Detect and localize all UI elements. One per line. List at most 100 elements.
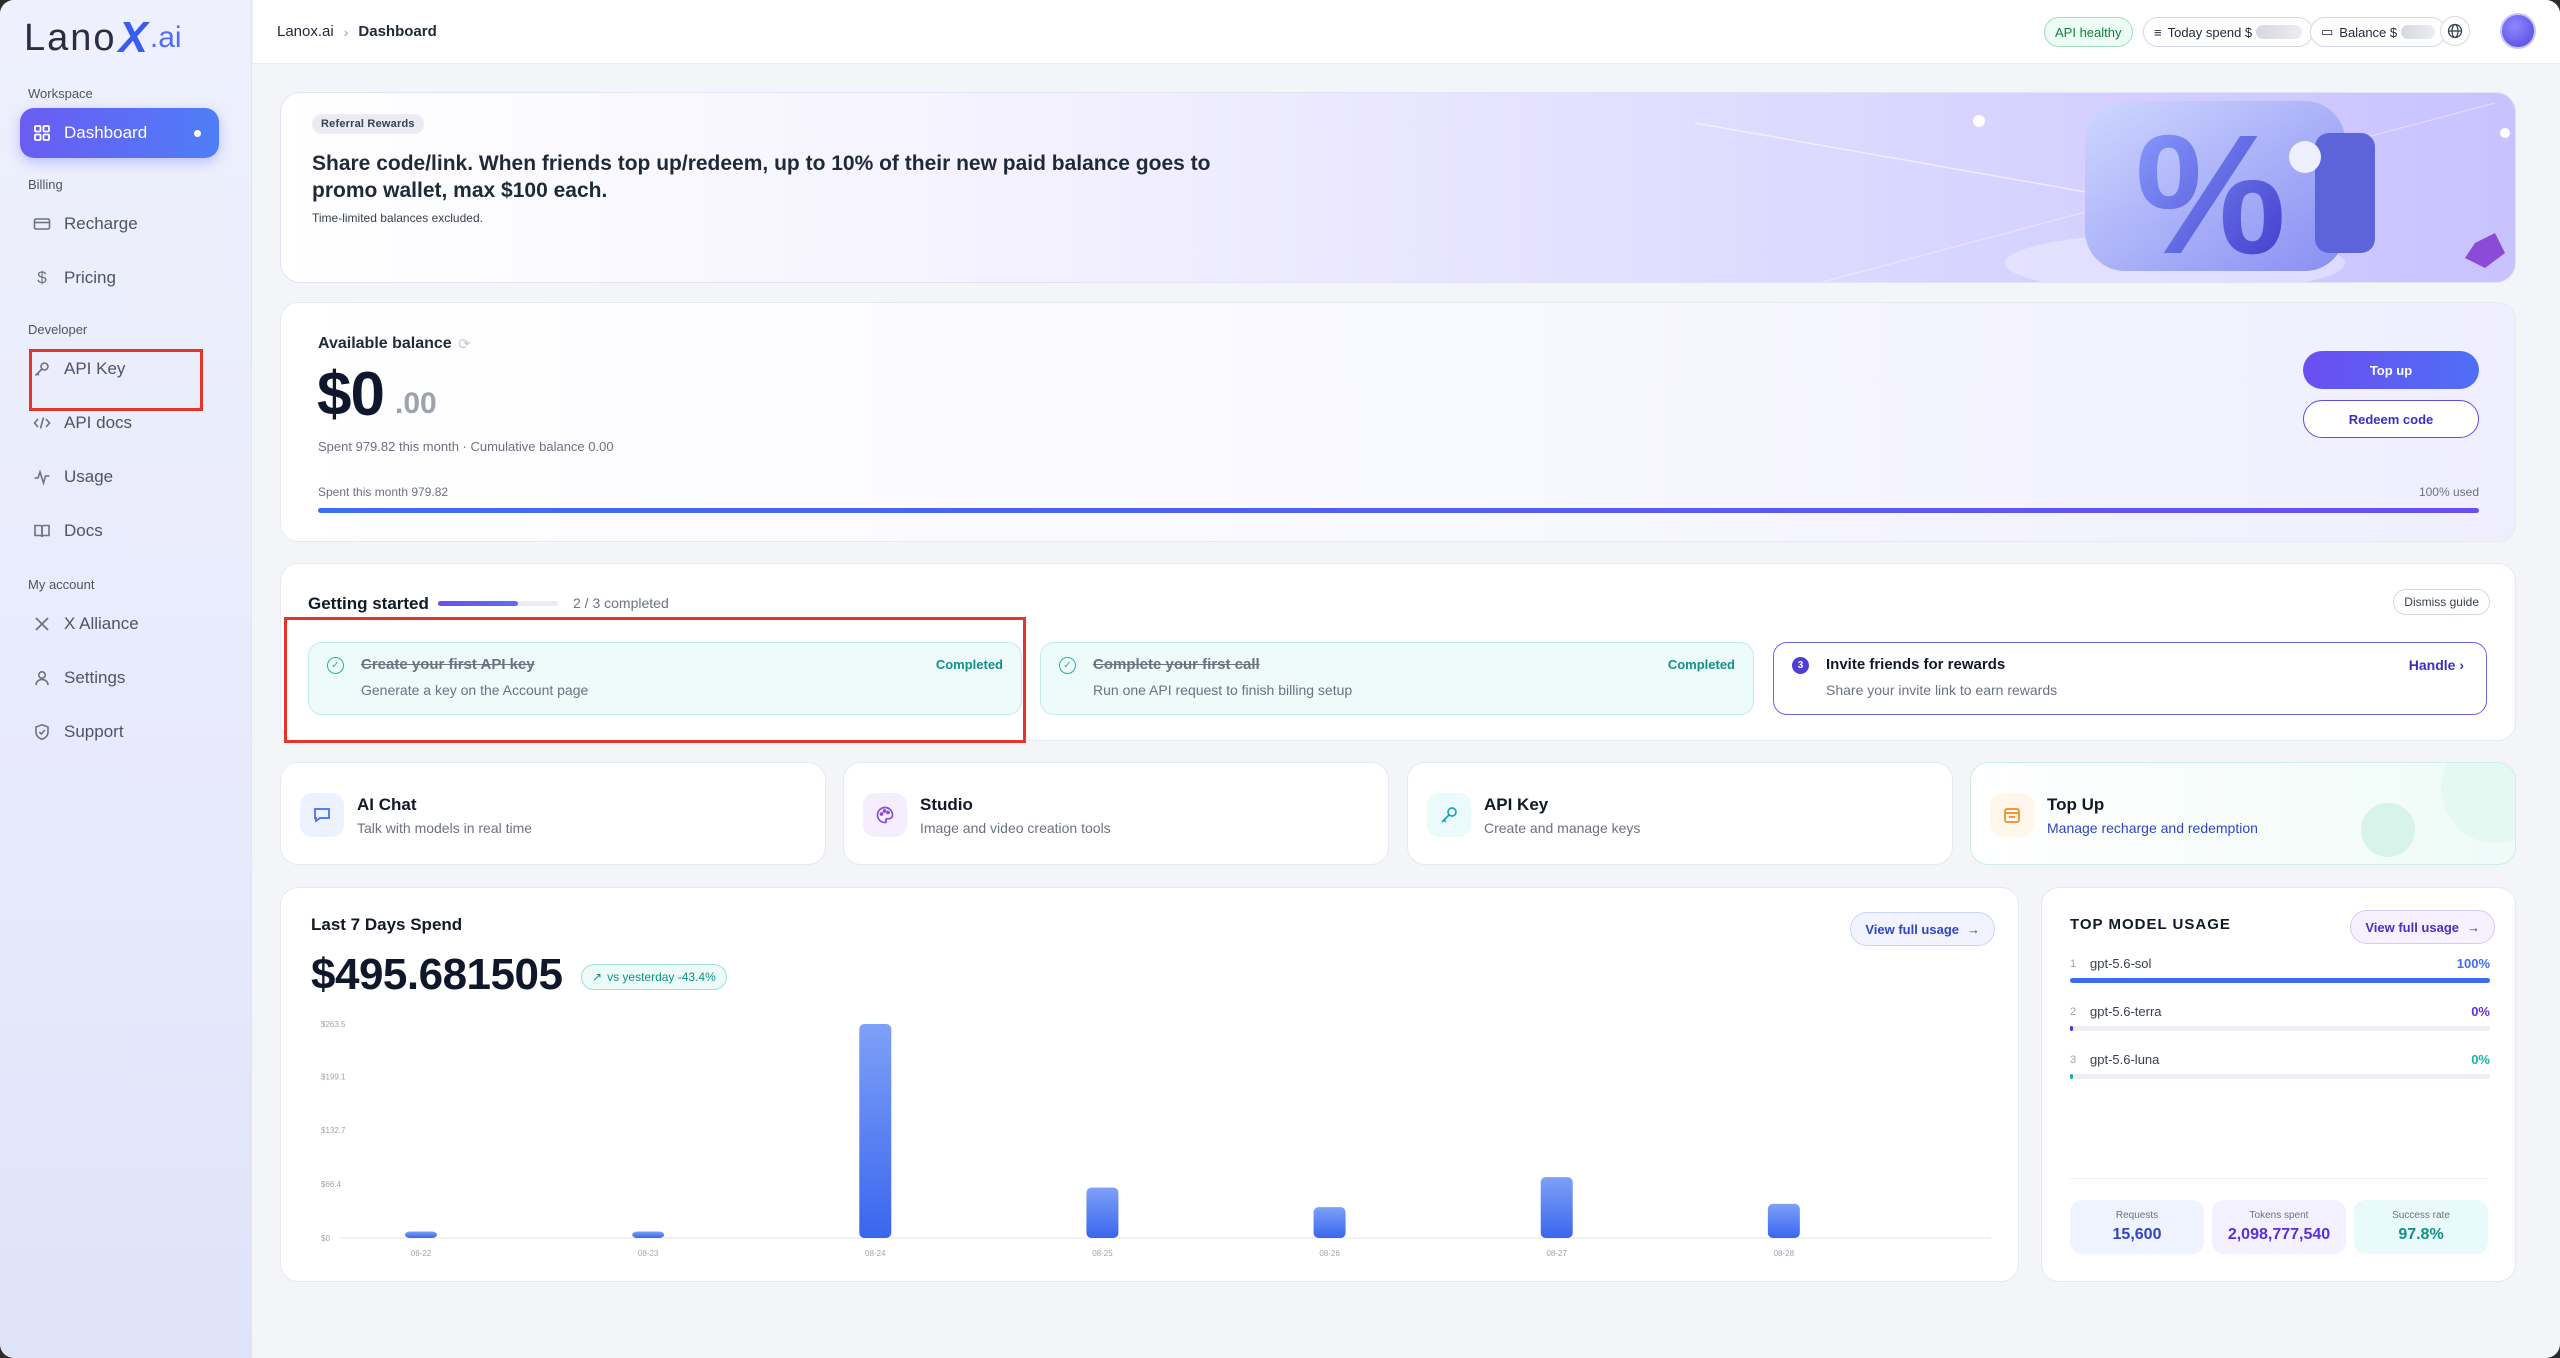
section-my-account: My account <box>28 577 95 592</box>
sidebar-item-dashboard[interactable]: Dashboard <box>20 108 219 158</box>
user-icon <box>32 668 52 688</box>
sidebar-item-recharge[interactable]: Recharge <box>20 199 219 249</box>
quick-card-desc: Create and manage keys <box>1484 820 1641 836</box>
top-up-button[interactable]: Top up <box>2303 351 2479 389</box>
quick-card-desc: Image and video creation tools <box>920 820 1111 836</box>
quick-card-ai-chat[interactable]: AI Chat Talk with models in real time <box>280 762 826 865</box>
spent-this-month: Spent this month 979.82 <box>318 485 449 499</box>
top-model-usage-title: TOP MODEL USAGE <box>2070 916 2231 933</box>
quick-card-desc: Talk with models in real time <box>357 820 533 836</box>
balance-cents: .00 <box>395 387 437 420</box>
globe-icon[interactable] <box>2440 16 2470 46</box>
view-full-usage-button[interactable]: View full usage → <box>1850 912 1995 946</box>
quick-card-title: Studio <box>920 795 973 814</box>
topbar: Lanox.ai › Dashboard API healthy ≡ Today… <box>253 0 2560 64</box>
handle-link[interactable]: Handle › <box>2409 657 2464 673</box>
sidebar-item-support[interactable]: Support <box>20 707 219 757</box>
sidebar-item-label: Dashboard <box>64 123 148 142</box>
quick-card-studio[interactable]: Studio Image and video creation tools <box>843 762 1389 865</box>
decor-circle <box>2361 803 2415 857</box>
y-tick-label: $132.7 <box>321 1126 346 1135</box>
balance-pill[interactable]: ▭ Balance $ <box>2310 17 2447 47</box>
refresh-icon[interactable]: ⟳ <box>458 335 471 353</box>
sidebar-item-settings[interactable]: Settings <box>20 653 219 703</box>
bar-08-23 <box>632 1231 665 1238</box>
balance-card: Available balance ⟳ $0 .00 Spent 979.82 … <box>280 302 2516 542</box>
sidebar-item-label: Recharge <box>64 214 138 233</box>
dismiss-guide-button[interactable]: Dismiss guide <box>2393 589 2490 615</box>
bar-08-25 <box>1086 1187 1119 1238</box>
grid-icon <box>32 123 52 143</box>
stat-label: Requests <box>2115 1210 2159 1221</box>
model-row[interactable]: 1 gpt-5.6-sol 100% <box>2070 956 2490 992</box>
spend-title: Last 7 Days Spend <box>311 915 463 934</box>
model-percent: 100% <box>2456 956 2490 971</box>
bar-08-26 <box>1313 1207 1346 1238</box>
activity-icon <box>32 467 52 487</box>
model-usage-track <box>2070 1074 2490 1079</box>
breadcrumb: Lanox.ai › Dashboard <box>277 23 437 40</box>
stat-tokens-spent: Tokens spent 2,098,777,540 <box>2212 1200 2346 1254</box>
sidebar-item-label: Docs <box>64 521 103 540</box>
x-tick-label: 08-27 <box>1546 1249 1567 1258</box>
sidebar-item-pricing[interactable]: $ Pricing <box>20 253 219 303</box>
y-tick-label: $66.4 <box>321 1180 342 1189</box>
sidebar-item-x-alliance[interactable]: X Alliance <box>20 599 219 649</box>
step-number: 3 <box>1792 657 1809 674</box>
spend-total: $495.681505 <box>311 950 563 999</box>
arrow-right-icon: → <box>1967 921 1980 937</box>
app-window: Lano X .ai Workspace Dashboard Billing R… <box>0 0 2560 1358</box>
x-tick-label: 08-24 <box>865 1249 886 1258</box>
breadcrumb-root[interactable]: Lanox.ai <box>277 23 334 40</box>
sidebar-item-docs[interactable]: Docs <box>20 506 219 556</box>
sidebar-item-label: Usage <box>64 467 114 486</box>
quick-card-top-up[interactable]: Top Up Manage recharge and redemption <box>1970 762 2516 865</box>
highlight-box <box>29 349 203 411</box>
sidebar-item-usage[interactable]: Usage <box>20 452 219 502</box>
code-icon <box>32 413 52 433</box>
check-icon: ✓ <box>1059 657 1076 674</box>
model-usage-track <box>2070 1026 2490 1031</box>
arrow-right-icon: → <box>2467 919 2480 935</box>
step-status: Completed <box>1667 657 1735 672</box>
redeem-code-button[interactable]: Redeem code <box>2303 400 2479 438</box>
today-spend-label: Today spend $ <box>2167 24 2253 40</box>
usage-progress-bar <box>318 508 2479 513</box>
model-row[interactable]: 2 gpt-5.6-terra 0% <box>2070 1004 2490 1040</box>
stat-requests: Requests 15,600 <box>2070 1200 2204 1254</box>
view-full-usage-button[interactable]: View full usage → <box>2350 910 2495 944</box>
referral-banner[interactable]: Referral Rewards Share code/link. When f… <box>280 92 2516 283</box>
stat-value: 2,098,777,540 <box>2227 1226 2331 1243</box>
chevron-right-icon: › <box>343 23 349 40</box>
model-usage-track <box>2070 978 2490 983</box>
model-row[interactable]: 3 gpt-5.6-luna 0% <box>2070 1052 2490 1088</box>
sidebar-item-label: Pricing <box>64 268 116 287</box>
model-percent: 0% <box>2471 1052 2490 1067</box>
quick-card-title: Top Up <box>2047 795 2105 814</box>
wallet-icon <box>1990 793 2034 837</box>
balance-label: Balance $ <box>2339 24 2398 40</box>
dollar-icon: $ <box>37 268 47 287</box>
step-desc: Run one API request to finish billing se… <box>1093 682 1353 698</box>
book-icon <box>32 521 52 541</box>
step-invite-friends[interactable]: 3 Invite friends for rewards Share your … <box>1773 642 2487 715</box>
avatar[interactable] <box>2500 13 2536 49</box>
banner-title: Share code/link. When friends top up/red… <box>312 152 1211 203</box>
sidebar-item-label: Settings <box>64 668 126 687</box>
quick-card-title: AI Chat <box>357 795 417 814</box>
spend-bar-chart: $0 $66.4 $132.7 $199.1 $263.5 08-22 08-23 08-24… <box>321 1020 1991 1258</box>
today-spend-pill[interactable]: ≡ Today spend $ <box>2143 17 2314 47</box>
quick-card-api-key[interactable]: API Key Create and manage keys <box>1407 762 1953 865</box>
api-status-label: API healthy <box>2055 24 2122 40</box>
getting-started-title: Getting started <box>308 594 429 613</box>
highlight-box <box>284 617 1026 743</box>
logo-ai: .ai <box>149 21 182 54</box>
getting-started-progress-fill <box>438 601 519 606</box>
chevron-right-icon: › <box>2459 657 2464 673</box>
y-tick-label: $0 <box>321 1234 330 1243</box>
step-first-call[interactable]: ✓ Complete your first call Run one API r… <box>1040 642 1754 715</box>
logo[interactable]: Lano X .ai <box>24 13 182 62</box>
quick-card-desc: Manage recharge and redemption <box>2047 820 2258 836</box>
usage-progress-fill <box>318 508 2479 513</box>
stat-value: 97.8% <box>2398 1226 2444 1243</box>
